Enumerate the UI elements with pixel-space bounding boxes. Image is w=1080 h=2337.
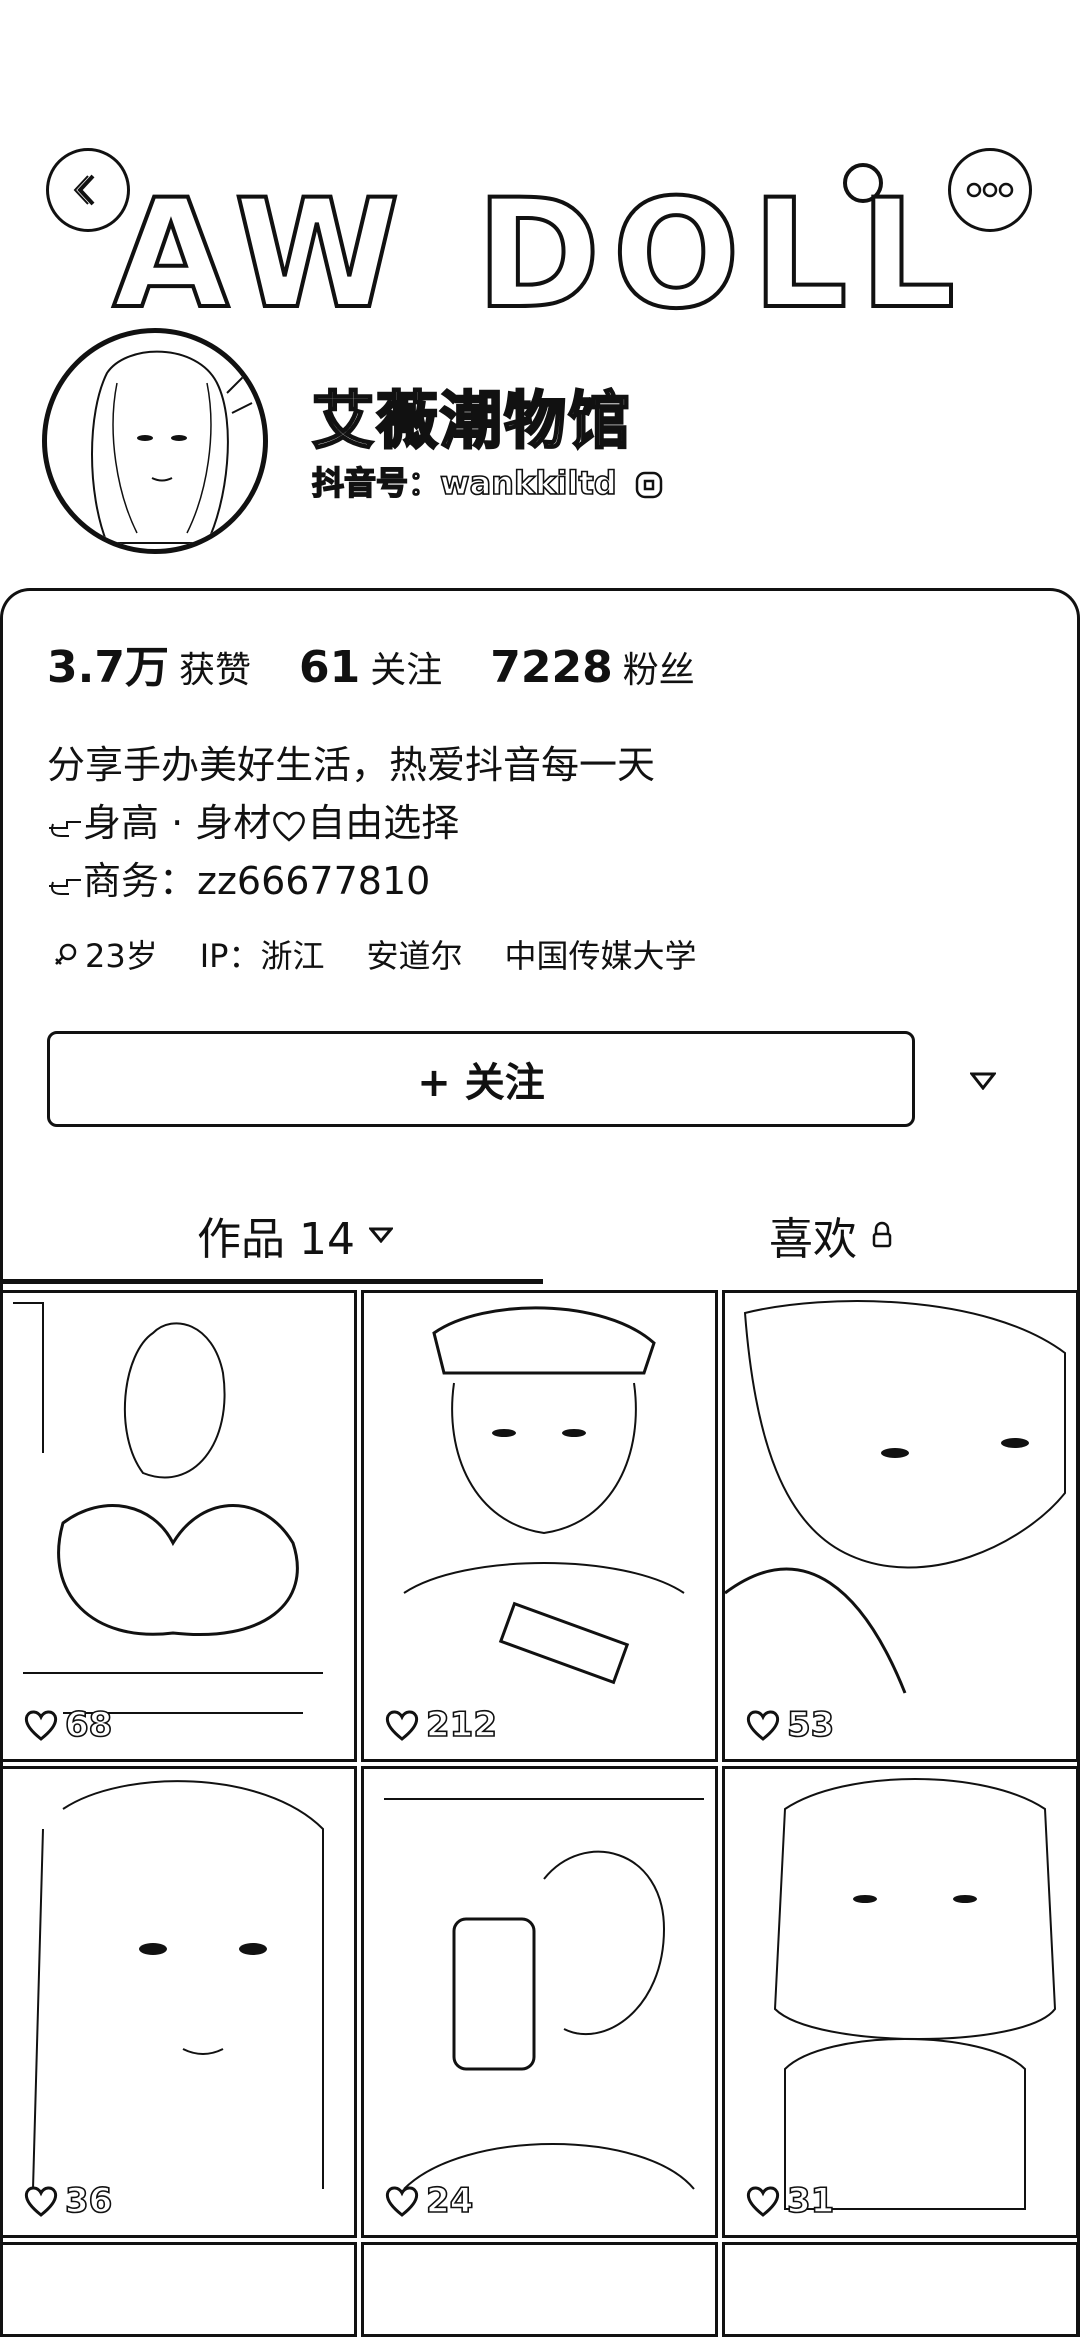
age-text: 23岁	[85, 937, 158, 975]
douyin-id-label: 抖音号：	[311, 463, 441, 503]
like-count-text: 24	[425, 2180, 474, 2222]
like-count-text: 31	[786, 2180, 835, 2222]
video-thumbnail	[32, 1780, 324, 2190]
video-thumbnail	[13, 1302, 323, 1714]
bio: 分享手办美好生活，热爱抖音每一天 身高 · 身材 自由选择 商务：zz66677…	[47, 736, 655, 910]
content-tabs: 作品 14 喜欢	[3, 1203, 1080, 1283]
video-tile[interactable]: 24	[361, 1766, 718, 2238]
likes-count: 3.7万	[47, 642, 169, 693]
like-count: 24	[384, 2180, 474, 2222]
profile-nickname: 艾薇潮物馆	[311, 383, 633, 459]
location-tag: 安道尔	[366, 937, 463, 975]
video-tile[interactable]: 53	[722, 1290, 1079, 1762]
video-tile[interactable]	[361, 2242, 718, 2337]
gender-icon	[55, 943, 77, 965]
tab-works[interactable]: 作品 14	[197, 1203, 393, 1267]
follow-options-button[interactable]	[953, 1051, 1013, 1111]
video-tile[interactable]: 68	[0, 1290, 357, 1762]
active-tab-indicator	[3, 1279, 543, 1284]
profile-banner: AW DOLL 艾薇潮物馆 抖音号：wankkiltd	[0, 0, 1080, 610]
video-thumbnail	[773, 1778, 1057, 2210]
like-count: 36	[23, 2180, 113, 2222]
like-count: 212	[384, 1704, 498, 1746]
video-tile[interactable]: 212	[361, 1290, 718, 1762]
heart-icon	[24, 1710, 58, 1741]
ip-tag: IP：浙江	[199, 937, 325, 975]
like-count-text: 36	[64, 2180, 113, 2222]
like-count: 31	[745, 2180, 835, 2222]
bio-line-2-tail: 自由选择	[307, 801, 460, 845]
tab-works-label: 作品 14	[197, 1214, 355, 1265]
pointing-hand-icon	[49, 820, 81, 837]
bio-line-2: 身高 · 身材 自由选择	[47, 794, 655, 852]
video-tile[interactable]: 36	[0, 1766, 357, 2238]
like-count: 68	[23, 1704, 113, 1746]
video-tile[interactable]: 31	[722, 1766, 1079, 2238]
follow-button[interactable]: + 关注	[47, 1031, 915, 1127]
heart-icon	[385, 1710, 419, 1741]
caret-down-icon	[970, 1072, 996, 1090]
tab-likes[interactable]: 喜欢	[769, 1203, 893, 1267]
bio-line-3-text: 商务：zz66677810	[83, 859, 431, 903]
video-thumbnail	[403, 1306, 685, 1685]
video-thumbnail	[384, 1798, 704, 2190]
following-label[interactable]: 关注	[370, 641, 442, 693]
video-thumbnail	[725, 1300, 1066, 1694]
heart-icon	[746, 1710, 780, 1741]
like-count: 53	[745, 1704, 835, 1746]
bio-line-2-text: 身高 · 身材	[83, 801, 272, 845]
heart-icon	[385, 2186, 419, 2217]
caret-down-icon	[368, 1227, 393, 1243]
avatar-image	[91, 350, 253, 544]
bio-line-3: 商务：zz66677810	[47, 852, 655, 910]
video-tile[interactable]	[0, 2242, 357, 2337]
bio-line-1: 分享手办美好生活，热爱抖音每一天	[47, 743, 656, 787]
followers-label[interactable]: 粉丝	[623, 641, 695, 693]
school-tag: 中国传媒大学	[504, 937, 697, 975]
heart-icon	[273, 811, 306, 842]
pointing-hand-icon	[49, 878, 81, 895]
likes-label[interactable]: 获赞	[179, 641, 251, 693]
avatar[interactable]	[42, 328, 268, 554]
like-count-text: 212	[425, 1704, 498, 1746]
followers-count[interactable]: 7228	[490, 642, 612, 693]
age-tag: 23岁	[53, 931, 158, 977]
qr-icon[interactable]	[634, 470, 664, 500]
douyin-id-value: wankkiltd	[439, 463, 617, 503]
like-count-text: 53	[786, 1704, 835, 1746]
heart-icon	[24, 2186, 58, 2217]
lock-icon	[872, 1221, 892, 1248]
tab-likes-label: 喜欢	[769, 1214, 857, 1265]
stats-row: 3.7万 获赞 61 关注 7228 粉丝	[47, 631, 743, 695]
video-tile[interactable]	[722, 2242, 1079, 2337]
heart-icon	[746, 2186, 780, 2217]
douyin-id: 抖音号：wankkiltd	[311, 458, 664, 504]
banner-title: AW DOLL	[111, 168, 968, 342]
profile-tags: 23岁 IP：浙江 安道尔 中国传媒大学	[53, 931, 697, 977]
like-count-text: 68	[64, 1704, 113, 1746]
following-count[interactable]: 61	[299, 642, 360, 693]
